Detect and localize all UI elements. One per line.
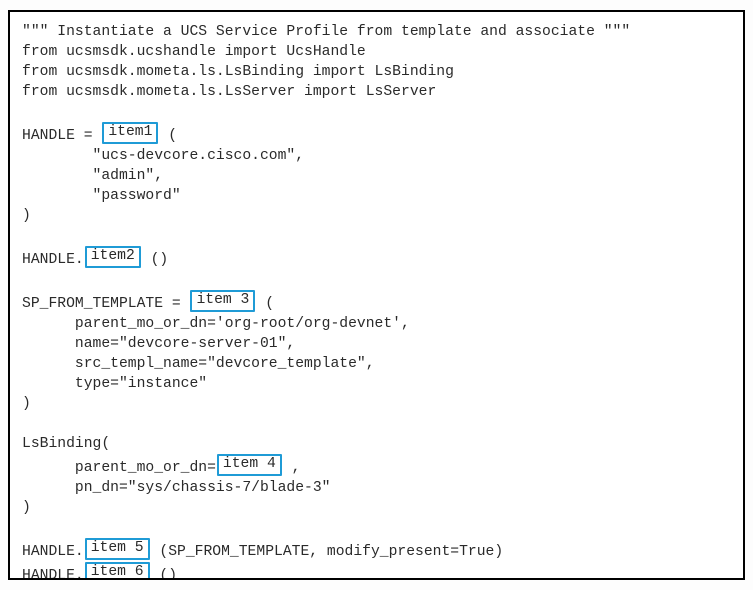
code-fragment: ( [168, 128, 177, 144]
code-line: LsBinding( [22, 436, 110, 452]
blank-item-4[interactable]: item 4 [217, 454, 282, 476]
code-line: from ucsmsdk.mometa.ls.LsServer import L… [22, 84, 436, 100]
code-fragment: HANDLE. [22, 544, 84, 560]
code-line: ) [22, 500, 31, 516]
code-fragment: () [159, 568, 177, 580]
code-line: pn_dn="sys/chassis-7/blade-3" [22, 480, 331, 496]
code-line: """ Instantiate a UCS Service Profile fr… [22, 24, 630, 40]
code-line: parent_mo_or_dn='org-root/org-devnet', [22, 316, 410, 332]
code-fragment: ( [265, 296, 274, 312]
blank-item-1[interactable]: item1 [102, 122, 158, 144]
code-fragment: , [292, 460, 301, 476]
code-line: "ucs-devcore.cisco.com", [22, 148, 304, 164]
code-block: """ Instantiate a UCS Service Profile fr… [8, 10, 745, 580]
code-line: name="devcore-server-01", [22, 336, 295, 352]
blank-item-3[interactable]: item 3 [190, 290, 255, 312]
code-fragment: SP_FROM_TEMPLATE = [22, 296, 181, 312]
page-frame: """ Instantiate a UCS Service Profile fr… [0, 0, 753, 590]
blank-item-2[interactable]: item2 [85, 246, 141, 268]
code-fragment: HANDLE = [22, 128, 93, 144]
code-line: ) [22, 208, 31, 224]
code-line: "password" [22, 188, 181, 204]
code-line: src_templ_name="devcore_template", [22, 356, 375, 372]
code-line: "admin", [22, 168, 163, 184]
code-line: ) [22, 396, 31, 412]
blank-item-6[interactable]: item 6 [85, 562, 150, 580]
code-fragment: () [151, 252, 169, 268]
code-fragment: (SP_FROM_TEMPLATE, modify_present=True) [159, 544, 503, 560]
blank-item-5[interactable]: item 5 [85, 538, 150, 560]
code-line: from ucsmsdk.ucshandle import UcsHandle [22, 44, 366, 60]
code-line: type="instance" [22, 376, 207, 392]
code-fragment: HANDLE. [22, 252, 84, 268]
code-fragment: HANDLE. [22, 568, 84, 580]
code-fragment: parent_mo_or_dn= [22, 460, 216, 476]
code-line: from ucsmsdk.mometa.ls.LsBinding import … [22, 64, 454, 80]
